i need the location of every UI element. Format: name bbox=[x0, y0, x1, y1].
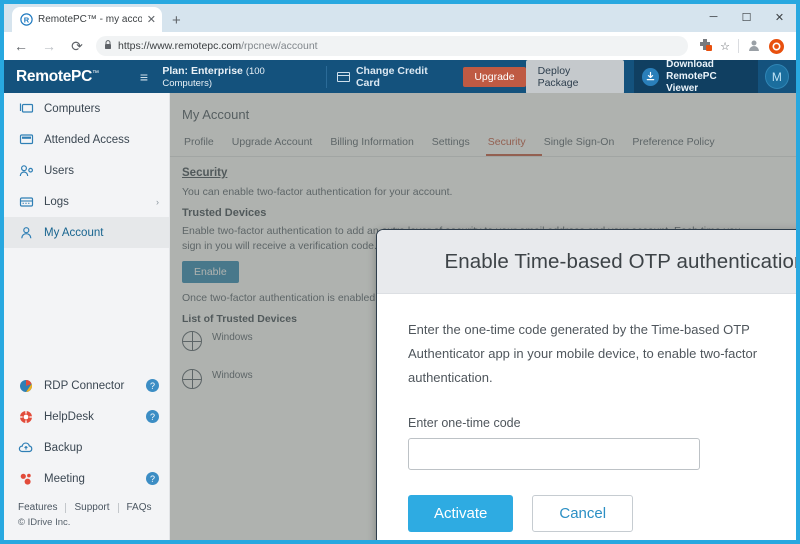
screen-icon bbox=[18, 132, 34, 148]
person-icon bbox=[18, 225, 34, 241]
extensions-icon[interactable] bbox=[698, 38, 712, 54]
tab-close-icon[interactable]: ✕ bbox=[147, 13, 156, 26]
account-icon[interactable] bbox=[747, 38, 761, 55]
new-tab-button[interactable]: + bbox=[172, 13, 181, 28]
sidebar-item-backup[interactable]: Backup bbox=[4, 432, 169, 463]
browser-tabstrip: R RemotePC™ - my account inform ✕ + ─ ☐ … bbox=[4, 4, 796, 32]
lock-icon bbox=[104, 40, 112, 52]
sidebar-spacer bbox=[4, 248, 169, 370]
browser-profile-avatar[interactable] bbox=[769, 39, 784, 54]
url-text: https://www.remotepc.com/rpcnew/account bbox=[118, 40, 318, 52]
sidebar-label: My Account bbox=[44, 227, 159, 239]
footer-link-support[interactable]: Support bbox=[74, 502, 109, 513]
sidebar-label: Meeting bbox=[44, 473, 136, 485]
forward-icon[interactable]: → bbox=[40, 38, 58, 54]
sidebar-label: RDP Connector bbox=[44, 380, 136, 392]
sidebar-item-users[interactable]: Users bbox=[4, 155, 169, 186]
sidebar-item-rdp-connector[interactable]: RDP Connector ? bbox=[4, 370, 169, 401]
users-icon bbox=[18, 163, 34, 179]
minimize-icon[interactable]: ─ bbox=[697, 11, 730, 23]
meeting-icon bbox=[18, 471, 34, 487]
sidebar-footer-links: Features Support FAQs bbox=[4, 494, 169, 516]
hamburger-menu-icon[interactable]: ≡ bbox=[126, 69, 163, 85]
cancel-button[interactable]: Cancel bbox=[532, 495, 633, 532]
cloud-backup-icon bbox=[18, 440, 34, 456]
window-controls: ─ ☐ ✕ bbox=[697, 4, 796, 30]
upgrade-button[interactable]: Upgrade bbox=[463, 67, 525, 87]
url-path: /rpcnew/account bbox=[241, 40, 317, 52]
app-body: Computers Attended Access Users bbox=[4, 93, 796, 540]
window-close-icon[interactable]: ✕ bbox=[763, 11, 796, 24]
plan-info: Plan: Enterprise (100 Computers) bbox=[162, 65, 326, 89]
help-icon[interactable]: ? bbox=[146, 410, 159, 423]
sidebar-item-helpdesk[interactable]: HelpDesk ? bbox=[4, 401, 169, 432]
otp-modal-dialog: Enable Time-based OTP authentication ✕ E… bbox=[376, 229, 796, 540]
help-icon[interactable]: ? bbox=[146, 379, 159, 392]
sidebar-label: Computers bbox=[44, 103, 159, 115]
back-icon[interactable]: ← bbox=[12, 38, 30, 54]
url-host: https://www.remotepc.com bbox=[118, 40, 241, 52]
remotepc-logo[interactable]: RemotePC™ bbox=[4, 68, 126, 86]
activate-button[interactable]: Activate bbox=[408, 495, 513, 532]
toolbar-icons: ☆ bbox=[698, 38, 788, 55]
one-time-code-label: Enter one-time code bbox=[408, 416, 796, 430]
main-content: My Account Profile Upgrade Account Billi… bbox=[170, 93, 796, 540]
svg-text:R: R bbox=[24, 15, 30, 24]
sidebar-item-my-account[interactable]: My Account bbox=[4, 217, 169, 248]
remotepc-favicon-icon: R bbox=[20, 13, 33, 26]
credit-card-icon bbox=[337, 72, 350, 82]
download-viewer-button[interactable]: Download RemotePC Viewer bbox=[634, 60, 758, 93]
one-time-code-input[interactable] bbox=[408, 438, 700, 470]
logo-text: RemotePC bbox=[16, 68, 92, 85]
modal-actions: Activate Cancel bbox=[408, 470, 796, 540]
footer-divider bbox=[65, 503, 66, 513]
address-bar[interactable]: https://www.remotepc.com/rpcnew/account bbox=[96, 36, 688, 56]
sidebar-item-logs[interactable]: Logs › bbox=[4, 186, 169, 217]
sidebar: Computers Attended Access Users bbox=[4, 93, 170, 540]
help-icon[interactable]: ? bbox=[146, 472, 159, 485]
toolbar-divider bbox=[738, 39, 739, 53]
bookmark-star-icon[interactable]: ☆ bbox=[720, 40, 730, 53]
logs-icon bbox=[18, 194, 34, 210]
sidebar-label: Backup bbox=[44, 442, 159, 454]
sidebar-bottom-group: RDP Connector ? HelpDesk ? bbox=[4, 370, 169, 540]
sidebar-label: Users bbox=[44, 165, 159, 177]
download-line-1: Download bbox=[666, 60, 714, 70]
logo-tm: ™ bbox=[92, 69, 99, 76]
sidebar-item-attended-access[interactable]: Attended Access bbox=[4, 124, 169, 155]
sidebar-label: Logs bbox=[44, 196, 146, 208]
footer-link-faqs[interactable]: FAQs bbox=[127, 502, 152, 513]
browser-tab-title: RemotePC™ - my account inform bbox=[38, 14, 142, 25]
modal-title: Enable Time-based OTP authentication bbox=[397, 250, 796, 274]
maximize-icon[interactable]: ☐ bbox=[730, 11, 763, 24]
download-icon bbox=[642, 68, 659, 86]
plan-label: Plan: Enterprise bbox=[162, 65, 243, 77]
footer-link-features[interactable]: Features bbox=[18, 502, 57, 513]
chevron-right-icon: › bbox=[156, 197, 159, 207]
monitor-icon bbox=[18, 101, 34, 117]
download-viewer-label: Download RemotePC Viewer bbox=[666, 60, 749, 95]
browser-toolbar: ← → ⟳ https://www.remotepc.com/rpcnew/ac… bbox=[4, 32, 796, 60]
copyright-text: © IDrive Inc. bbox=[4, 516, 169, 536]
user-avatar[interactable]: M bbox=[765, 64, 789, 89]
modal-description: Enter the one-time code generated by the… bbox=[408, 318, 796, 390]
change-credit-card-label: Change Credit Card bbox=[356, 65, 451, 89]
sidebar-label: HelpDesk bbox=[44, 411, 136, 423]
sidebar-item-meeting[interactable]: Meeting ? bbox=[4, 463, 169, 494]
web-page: RemotePC™ ≡ Plan: Enterprise (100 Comput… bbox=[4, 60, 796, 540]
modal-body: Enter the one-time code generated by the… bbox=[377, 294, 796, 540]
browser-tab[interactable]: R RemotePC™ - my account inform ✕ bbox=[12, 7, 162, 32]
deploy-package-button[interactable]: Deploy Package bbox=[526, 60, 624, 94]
reload-icon[interactable]: ⟳ bbox=[68, 38, 86, 55]
modal-header: Enable Time-based OTP authentication ✕ bbox=[377, 230, 796, 294]
download-line-2: RemotePC Viewer bbox=[666, 71, 717, 94]
footer-divider bbox=[118, 503, 119, 513]
change-credit-card-button[interactable]: Change Credit Card bbox=[327, 65, 461, 89]
app-topbar: RemotePC™ ≡ Plan: Enterprise (100 Comput… bbox=[4, 60, 796, 93]
browser-window: R RemotePC™ - my account inform ✕ + ─ ☐ … bbox=[0, 0, 800, 544]
sidebar-label: Attended Access bbox=[44, 134, 159, 146]
helpdesk-icon bbox=[18, 409, 34, 425]
rdp-connector-icon bbox=[18, 378, 34, 394]
sidebar-item-computers[interactable]: Computers bbox=[4, 93, 169, 124]
